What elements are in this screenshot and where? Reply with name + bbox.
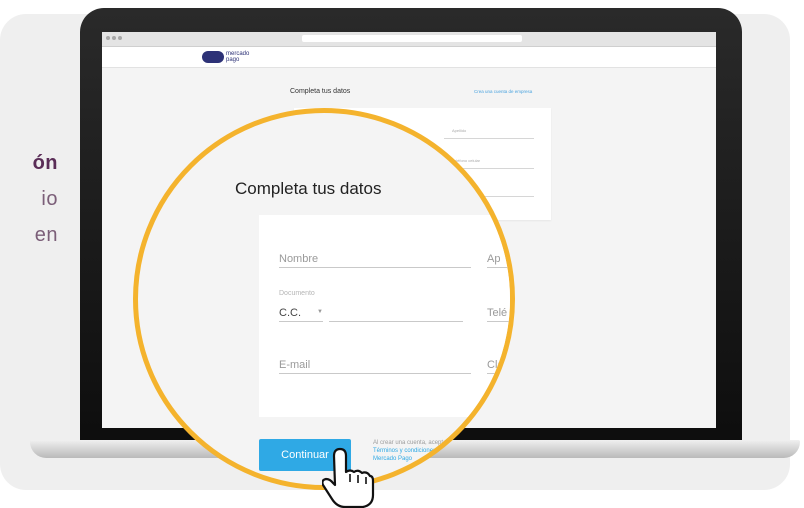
telefono-underline: [487, 321, 510, 322]
nombre-underline: [279, 267, 471, 268]
hand-pointer-icon: [322, 447, 375, 508]
side-text-line-1: ón: [32, 152, 58, 174]
document-number-input[interactable]: [329, 321, 463, 322]
window-zoom-icon[interactable]: [118, 36, 122, 40]
browser-toolbar: [102, 32, 716, 47]
window-close-icon[interactable]: [106, 36, 110, 40]
document-type-underline: [279, 321, 323, 322]
background-form-title: Completa tus datos: [290, 88, 351, 95]
side-text-line-3: en: [34, 224, 58, 246]
caret-down-icon[interactable]: ▼: [317, 309, 323, 315]
magnifier-lens: Completa tus datos Nombre Ap Documento C…: [133, 108, 515, 490]
company-account-link[interactable]: Crea una cuenta de empresa: [474, 89, 532, 94]
email-input[interactable]: E-mail: [279, 359, 310, 371]
document-type-select[interactable]: C.C.: [279, 307, 301, 319]
telefono-input[interactable]: Telé: [487, 307, 507, 319]
site-header: mercado pago: [102, 47, 716, 68]
magnified-form: Completa tus datos Nombre Ap Documento C…: [138, 113, 510, 485]
nombre-input[interactable]: Nombre: [279, 253, 318, 265]
address-bar[interactable]: [302, 35, 522, 42]
clave-input[interactable]: Clav: [487, 359, 509, 371]
form-title: Completa tus datos: [235, 179, 382, 198]
apellido-underline: [487, 267, 510, 268]
mercado-pago-logo-icon[interactable]: [202, 51, 224, 63]
side-text-line-2: io: [41, 188, 58, 210]
window-minimize-icon[interactable]: [112, 36, 116, 40]
documento-label: Documento: [279, 290, 315, 297]
email-underline: [279, 373, 471, 374]
logo-text: mercado pago: [226, 51, 250, 63]
apellido-input[interactable]: Ap: [487, 253, 500, 265]
